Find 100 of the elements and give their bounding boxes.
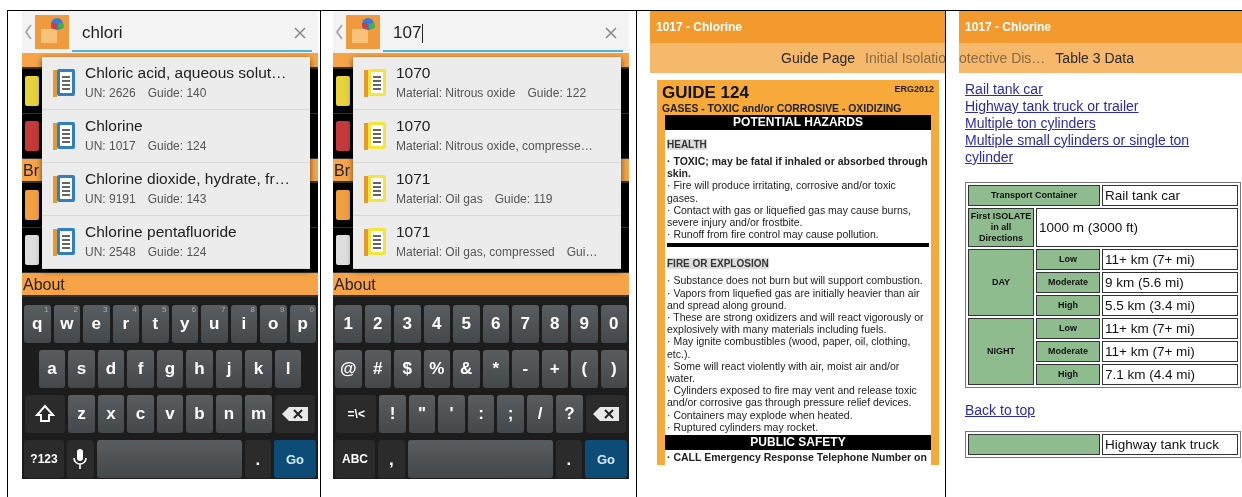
keyboard-key[interactable]: , [378, 440, 405, 479]
keyboard-key[interactable]: ? [556, 395, 583, 434]
keyboard-key[interactable]: ) [600, 349, 627, 388]
keyboard-key[interactable]: 1 [335, 304, 362, 343]
table-cell: Rail tank car [1102, 185, 1238, 206]
keyboard-key[interactable]: 4 [423, 304, 450, 343]
backspace-key[interactable] [585, 395, 626, 434]
keyboard-key[interactable]: f [127, 349, 154, 388]
tab[interactable]: Table 3 Data [1055, 47, 1134, 69]
chevron-left-icon[interactable] [335, 24, 343, 40]
hazard-text: · Substance does not burn but will support combustion. [667, 274, 924, 287]
keyboard-key[interactable]: u 7 [201, 304, 228, 343]
hazard-text: · TOXIC; may be fatal if inhaled or absorbed through skin. [667, 155, 929, 180]
keyboard-key[interactable]: r 4 [112, 304, 139, 343]
keyboard-key[interactable]: @ [335, 349, 362, 388]
keyboard-key[interactable]: 5 [453, 304, 480, 343]
keyboard-key[interactable]: # [364, 349, 391, 388]
keyboard-key[interactable]: s [68, 349, 95, 388]
keyboard-key[interactable]: q 1 [24, 304, 51, 343]
keyboard-key[interactable]: t 5 [142, 304, 169, 343]
keyboard-key[interactable]: a [38, 349, 66, 388]
keyboard-key[interactable]: g [156, 349, 184, 388]
space-key[interactable] [407, 440, 553, 479]
suggestion-item[interactable]: 1070 Material: Nitrous oxide Guide: 122 [353, 57, 621, 110]
keyboard-key[interactable]: 7 [512, 304, 539, 343]
keyboard-key[interactable]: w 2 [53, 304, 80, 343]
suggestion-item[interactable]: Chlorine dioxide, hydrate, fr… UN: 9191 Guide: 143 [42, 163, 310, 216]
keyboard-key[interactable]: h [186, 349, 213, 388]
suggestion-detail: Material: Nitrous oxide [396, 85, 516, 102]
keyboard-key[interactable]: v [156, 395, 184, 434]
suggestion-title: 1070 [396, 64, 432, 82]
keyboard-key[interactable]: x [97, 395, 125, 434]
keyboard-key[interactable]: ( [571, 349, 598, 388]
keyboard-key[interactable]: * [482, 349, 509, 388]
link[interactable]: Highway tank truck or trailer [965, 98, 1139, 115]
keyboard-key[interactable]: + [541, 349, 568, 388]
keyboard-key[interactable]: c [127, 395, 154, 434]
keyboard-key[interactable]: k [245, 349, 272, 388]
app-icon[interactable] [35, 15, 69, 49]
keyboard-key[interactable]: $ [394, 349, 421, 388]
keyboard-key[interactable]: 9 [571, 304, 598, 343]
keyboard-key[interactable]: y 6 [171, 304, 198, 343]
keyboard-key[interactable]: z [68, 395, 95, 434]
key-hint: 6 [191, 304, 196, 314]
keyboard-key[interactable]: 0 [600, 304, 627, 343]
shift-key[interactable] [25, 395, 66, 434]
keyboard-key[interactable]: % [423, 349, 450, 388]
link[interactable]: Multiple small cylinders or single ton cylinder [965, 132, 1237, 166]
go-key[interactable]: Go [274, 440, 316, 479]
keyboard-key[interactable]: . [244, 440, 271, 479]
keyboard-key[interactable]: ; [497, 395, 524, 434]
link[interactable]: Rail tank car [965, 81, 1043, 98]
keyboard-key[interactable]: ?123 [24, 440, 64, 479]
suggestion-detail: Gui… [566, 244, 598, 261]
keyboard-key[interactable]: 2 [364, 304, 391, 343]
keyboard-key[interactable]: 6 [482, 304, 509, 343]
keyboard-key[interactable]: . [555, 440, 582, 479]
link[interactable]: Back to top [965, 402, 1036, 419]
suggestion-detail: Guide: 124 [147, 138, 207, 155]
screen-title: 1017 - Chlorine [650, 11, 946, 43]
hazard-text: · Runoff from fire control may cause pollution. [667, 228, 880, 241]
close-icon[interactable] [605, 27, 617, 39]
suggestion-item[interactable]: 1071 Material: Oil gas, compressed Gui… [353, 216, 621, 269]
keyboard-key[interactable]: & [453, 349, 480, 388]
keyboard-key[interactable]: e 3 [83, 304, 110, 343]
keyboard-key[interactable]: ! [379, 395, 406, 434]
keyboard-key[interactable]: =\< [336, 395, 377, 434]
key-hint: 4 [132, 304, 137, 314]
suggestion-item[interactable]: 1070 Material: Nitrous oxide, compresse… [353, 110, 621, 163]
tab[interactable]: Guide Page [781, 47, 856, 69]
keyboard-key[interactable]: " [408, 395, 436, 434]
suggestion-detail: Guide: 143 [147, 191, 207, 208]
suggestion-item[interactable]: Chlorine UN: 1017 Guide: 124 [42, 110, 310, 163]
keyboard-key[interactable]: 3 [394, 304, 421, 343]
keyboard-key[interactable]: o 9 [260, 304, 287, 343]
suggestion-item[interactable]: 1071 Material: Oil gas Guide: 119 [353, 163, 621, 216]
keyboard-key[interactable]: ABC [335, 440, 375, 479]
keyboard-key[interactable]: : [467, 395, 495, 434]
keyboard-key[interactable]: / [526, 395, 554, 434]
keyboard-key[interactable]: i 8 [230, 304, 257, 343]
backspace-key[interactable] [274, 395, 315, 434]
go-key[interactable]: Go [585, 440, 627, 479]
keyboard-key[interactable]: - [512, 349, 539, 388]
app-icon[interactable] [346, 15, 380, 49]
keyboard-key[interactable]: n [215, 395, 243, 434]
link[interactable]: Multiple ton cylinders [965, 115, 1096, 132]
keyboard-key[interactable]: l [274, 349, 302, 388]
keyboard-key[interactable]: j [215, 349, 243, 388]
keyboard-key[interactable]: d [97, 349, 125, 388]
keyboard-key[interactable]: m [245, 395, 272, 434]
key-hint: 1 [44, 304, 49, 314]
keyboard-key[interactable]: 8 [541, 304, 568, 343]
suggestion-item[interactable]: Chloric acid, aqueous solut… UN: 2626 Guide: 140 [42, 57, 310, 110]
microphone-key[interactable] [67, 440, 94, 479]
keyboard-key[interactable]: ' [438, 395, 465, 434]
suggestion-item[interactable]: Chlorine pentafluoride UN: 2548 Guide: 124 [42, 216, 310, 269]
keyboard-key[interactable]: b [186, 395, 213, 434]
table-cell: Highway tank truck [1102, 434, 1238, 455]
close-icon[interactable] [294, 27, 306, 39]
chevron-left-icon[interactable] [24, 24, 32, 40]
